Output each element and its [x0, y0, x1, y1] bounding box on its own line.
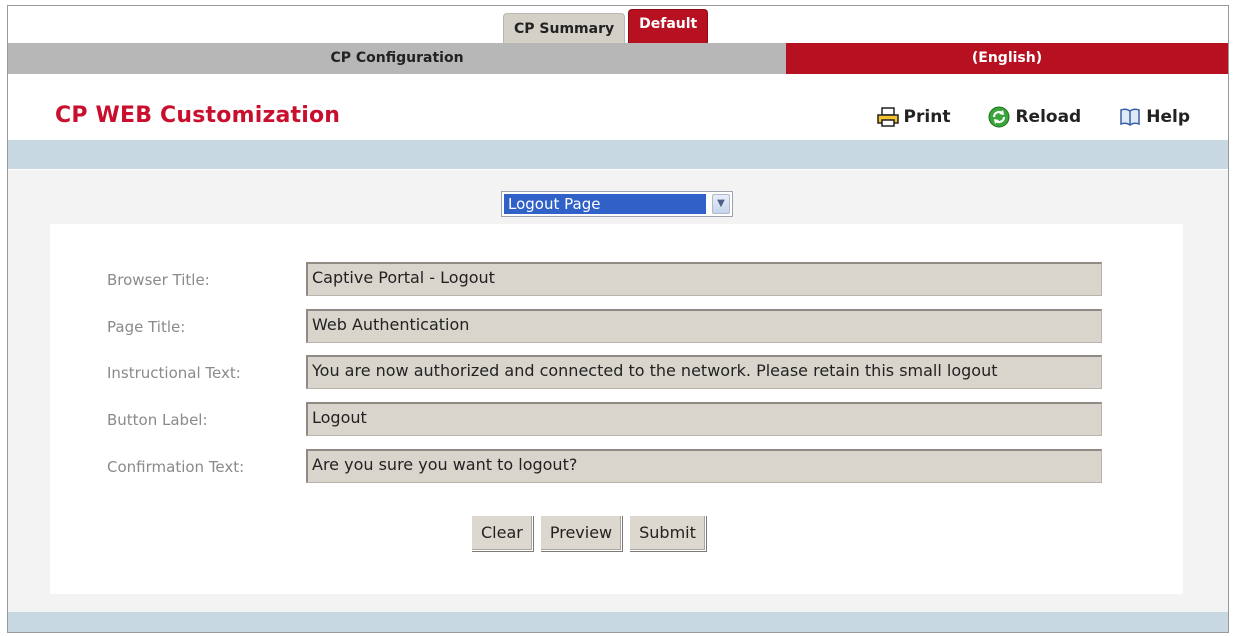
confirmation-text-input[interactable]: Are you sure you want to logout? — [306, 449, 1102, 483]
browser-title-input[interactable]: Captive Portal - Logout — [306, 262, 1102, 296]
preview-button[interactable]: Preview — [539, 515, 623, 551]
print-button[interactable]: Print — [876, 107, 951, 127]
page-type-select[interactable]: Logout Page ▼ — [501, 191, 733, 217]
help-label: Help — [1146, 107, 1190, 127]
form-row-browser-title: Browser Title: Captive Portal - Logout — [50, 262, 1183, 296]
section-divider-bottom — [8, 612, 1228, 632]
tab-default[interactable]: Default — [628, 9, 709, 43]
header-actions: Print Reload Help — [839, 106, 1190, 128]
form-row-confirmation-text: Confirmation Text: Are you sure you want… — [50, 449, 1183, 483]
app-frame: CP Summary Default CP Configuration (Eng… — [7, 5, 1229, 633]
printer-icon — [876, 107, 899, 127]
submit-button[interactable]: Submit — [629, 515, 706, 551]
config-bar-title: CP Configuration — [8, 43, 786, 74]
help-button[interactable]: Help — [1119, 107, 1190, 127]
print-label: Print — [903, 107, 951, 127]
reload-button[interactable]: Reload — [988, 106, 1081, 128]
browser-title-label: Browser Title: — [107, 271, 210, 289]
config-bar: CP Configuration (English) — [8, 43, 1228, 74]
instructional-text-input[interactable]: You are now authorized and connected to … — [306, 355, 1102, 389]
customization-form: Browser Title: Captive Portal - Logout P… — [50, 224, 1183, 594]
page-title: CP WEB Customization — [55, 103, 341, 128]
tab-cp-summary[interactable]: CP Summary — [503, 13, 626, 43]
help-book-icon — [1120, 108, 1140, 126]
button-label-input[interactable]: Logout — [306, 402, 1102, 436]
button-label-label: Button Label: — [107, 411, 208, 429]
form-row-page-title: Page Title: Web Authentication — [50, 309, 1183, 343]
reload-icon — [988, 106, 1010, 128]
page-type-select-value: Logout Page — [504, 194, 706, 214]
confirmation-text-label: Confirmation Text: — [107, 458, 245, 476]
tab-bar: CP Summary Default — [503, 7, 709, 43]
form-row-instructional-text: Instructional Text: You are now authoriz… — [50, 355, 1183, 389]
reload-label: Reload — [1015, 107, 1082, 127]
instructional-text-label: Instructional Text: — [107, 364, 241, 382]
clear-button[interactable]: Clear — [471, 515, 533, 551]
page-title-label: Page Title: — [107, 318, 186, 336]
section-divider-top — [8, 140, 1228, 169]
language-label: (English) — [786, 43, 1228, 74]
page-title-input[interactable]: Web Authentication — [306, 309, 1102, 343]
form-row-button-label: Button Label: Logout — [50, 402, 1183, 436]
chevron-down-icon[interactable]: ▼ — [712, 194, 730, 214]
form-buttons: Clear Preview Submit — [471, 515, 713, 551]
